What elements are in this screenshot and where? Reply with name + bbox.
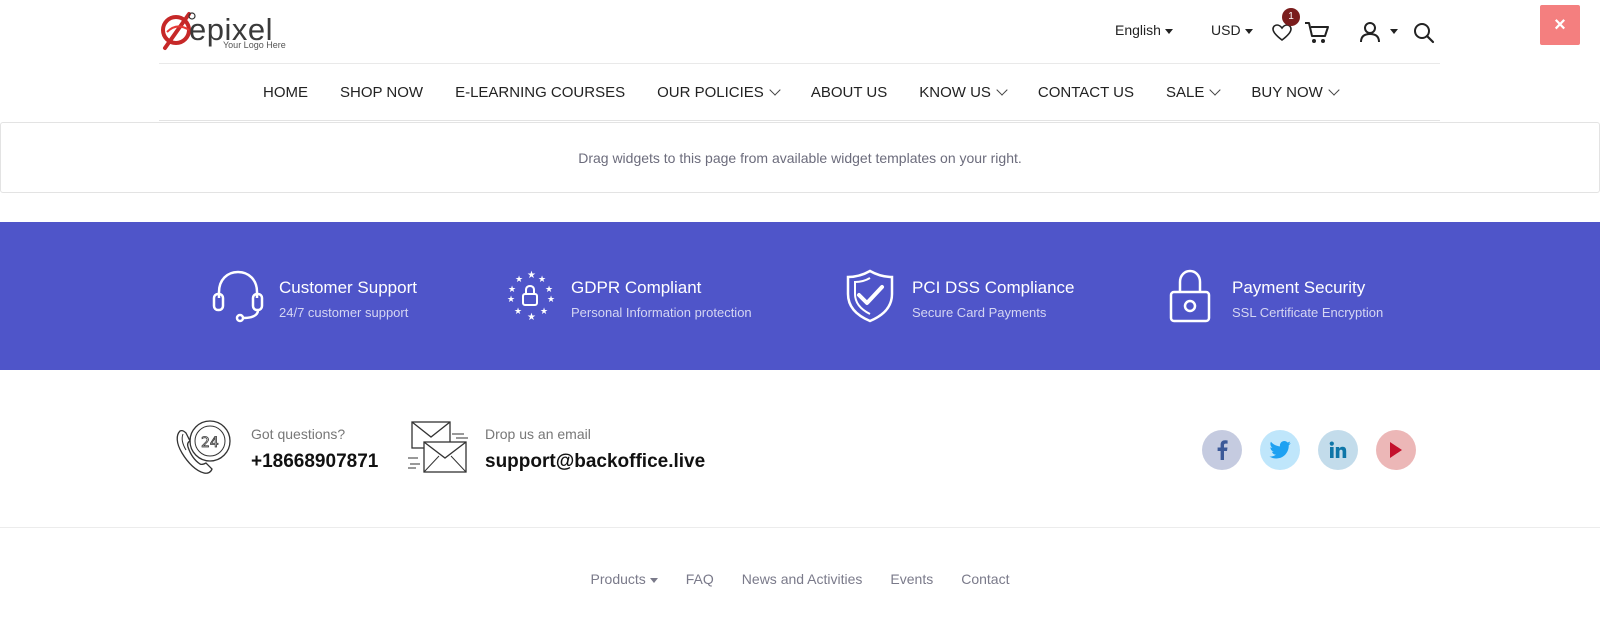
caret-down-icon [649, 577, 658, 583]
feature-title: Customer Support [279, 278, 417, 297]
twitter-icon [1269, 441, 1291, 459]
facebook-button[interactable] [1202, 430, 1242, 470]
feature-title: GDPR Compliant [571, 278, 702, 297]
currency-selector[interactable]: USD [1211, 22, 1253, 38]
language-selector[interactable]: English [1115, 22, 1173, 38]
close-button[interactable]: × [1540, 5, 1580, 45]
nav-item-home[interactable]: HOME [263, 84, 308, 101]
shield-check-icon [846, 269, 894, 323]
chevron-down-icon [769, 84, 781, 96]
email-address[interactable]: support@backoffice.live [485, 451, 705, 473]
chevron-down-icon [1328, 84, 1340, 96]
caret-down-icon [1244, 28, 1253, 34]
feature-title: Payment Security [1232, 278, 1366, 297]
nav-item-label: SHOP NOW [340, 84, 424, 101]
svg-text:★: ★ [515, 275, 523, 285]
linkedin-button[interactable] [1318, 430, 1358, 470]
nav-item-label: HOME [263, 84, 308, 101]
feature-subtitle: 24/7 customer support [279, 305, 409, 320]
user-account-icon[interactable] [1359, 21, 1381, 43]
nav-item-e-learning-courses[interactable]: E-LEARNING COURSES [455, 84, 625, 101]
svg-text:★: ★ [527, 270, 536, 281]
feature-subtitle: Personal Information protection [571, 305, 752, 320]
svg-text:★: ★ [538, 275, 546, 285]
cart-icon[interactable] [1304, 21, 1330, 45]
svg-text:★: ★ [540, 307, 548, 317]
features-band: Customer Support 24/7 customer support ★… [0, 222, 1600, 370]
svg-text:★: ★ [508, 285, 516, 295]
headset-icon [212, 270, 264, 323]
email-envelope-icon [408, 421, 468, 473]
site-header: epixel Your Logo Here English USD 1 [159, 0, 1440, 64]
nav-item-sale[interactable]: SALE [1166, 84, 1222, 101]
nav-item-label: SALE [1166, 84, 1205, 101]
main-nav-items: HOME SHOP NOW E-LEARNING COURSES OUR POLICI… [263, 84, 1370, 101]
caret-down-icon[interactable] [1390, 29, 1398, 34]
nav-item-contact-us[interactable]: CONTACT US [1038, 84, 1134, 101]
footer-link-contact[interactable]: Contact [961, 571, 1009, 587]
youtube-button[interactable] [1376, 430, 1416, 470]
svg-text:★: ★ [527, 312, 536, 323]
footer-link-label: News and Activities [741, 571, 863, 587]
svg-text:★: ★ [507, 295, 515, 305]
chevron-down-icon [996, 84, 1008, 96]
footer-link-label: Products [590, 571, 646, 587]
currency-label: USD [1211, 22, 1241, 38]
footer-link-faq[interactable]: FAQ [686, 571, 714, 587]
footer-links: Products FAQ News and Activities Events Cont… [0, 571, 1600, 587]
footer-link-label: Events [890, 571, 934, 587]
feature-title: PCI DSS Compliance [912, 278, 1075, 297]
email-label: Drop us an email [485, 426, 591, 442]
gdpr-lock-icon: ★ ★ ★ ★ ★ ★ ★ ★ ★ ★ [507, 270, 555, 323]
logo-subtext: Your Logo Here [223, 40, 286, 50]
caret-down-icon [1164, 28, 1173, 34]
footer-link-products[interactable]: Products [591, 571, 658, 587]
language-label: English [1115, 22, 1161, 38]
svg-text:24: 24 [201, 435, 219, 451]
svg-text:★: ★ [545, 285, 553, 295]
youtube-icon [1390, 442, 1402, 458]
logo[interactable]: epixel Your Logo Here [159, 10, 299, 54]
widget-drop-area[interactable]: Drag widgets to this page from available… [0, 122, 1600, 193]
chevron-down-icon [1209, 84, 1222, 96]
nav-item-label: OUR POLICIES [657, 84, 764, 101]
nav-item-shop-now[interactable]: SHOP NOW [340, 84, 423, 101]
nav-item-our-policies[interactable]: OUR POLICIES [657, 84, 781, 101]
facebook-icon [1217, 440, 1228, 460]
nav-item-label: CONTACT US [1037, 84, 1135, 101]
svg-text:★: ★ [547, 295, 555, 305]
search-icon[interactable] [1413, 22, 1435, 44]
contact-section: 24 Got questions? +18668907871 Drop us a… [0, 370, 1600, 528]
nav-item-label: E-LEARNING COURSES [455, 84, 626, 101]
feature-subtitle: Secure Card Payments [912, 305, 1047, 320]
linkedin-icon [1329, 441, 1347, 458]
footer-link-news-and-activities[interactable]: News and Activities [742, 571, 863, 587]
nav-item-label: BUY NOW [1251, 84, 1323, 101]
nav-item-buy-now[interactable]: BUY NOW [1251, 84, 1340, 101]
footer-link-label: Contact [961, 571, 1010, 587]
padlock-icon [1169, 269, 1211, 323]
svg-text:★: ★ [514, 307, 522, 317]
phone-number[interactable]: +18668907871 [251, 451, 378, 473]
wishlist-heart-icon[interactable] [1272, 24, 1292, 42]
wishlist-count-badge: 1 [1282, 8, 1300, 26]
twitter-button[interactable] [1260, 430, 1300, 470]
phone-24-icon: 24 [176, 420, 231, 474]
footer-link-label: FAQ [685, 571, 714, 587]
feature-subtitle: SSL Certificate Encryption [1232, 305, 1384, 320]
widget-drop-message: Drag widgets to this page from available… [578, 150, 1022, 166]
main-nav: HOME SHOP NOW E-LEARNING COURSES OUR POLICI… [159, 64, 1440, 121]
nav-item-know-us[interactable]: KNOW US [919, 84, 1008, 101]
nav-item-label: KNOW US [919, 84, 991, 101]
nav-item-label: ABOUT US [810, 84, 888, 101]
phone-label: Got questions? [251, 426, 346, 442]
nav-item-about-us[interactable]: ABOUT US [811, 84, 887, 101]
footer-link-events[interactable]: Events [890, 571, 933, 587]
